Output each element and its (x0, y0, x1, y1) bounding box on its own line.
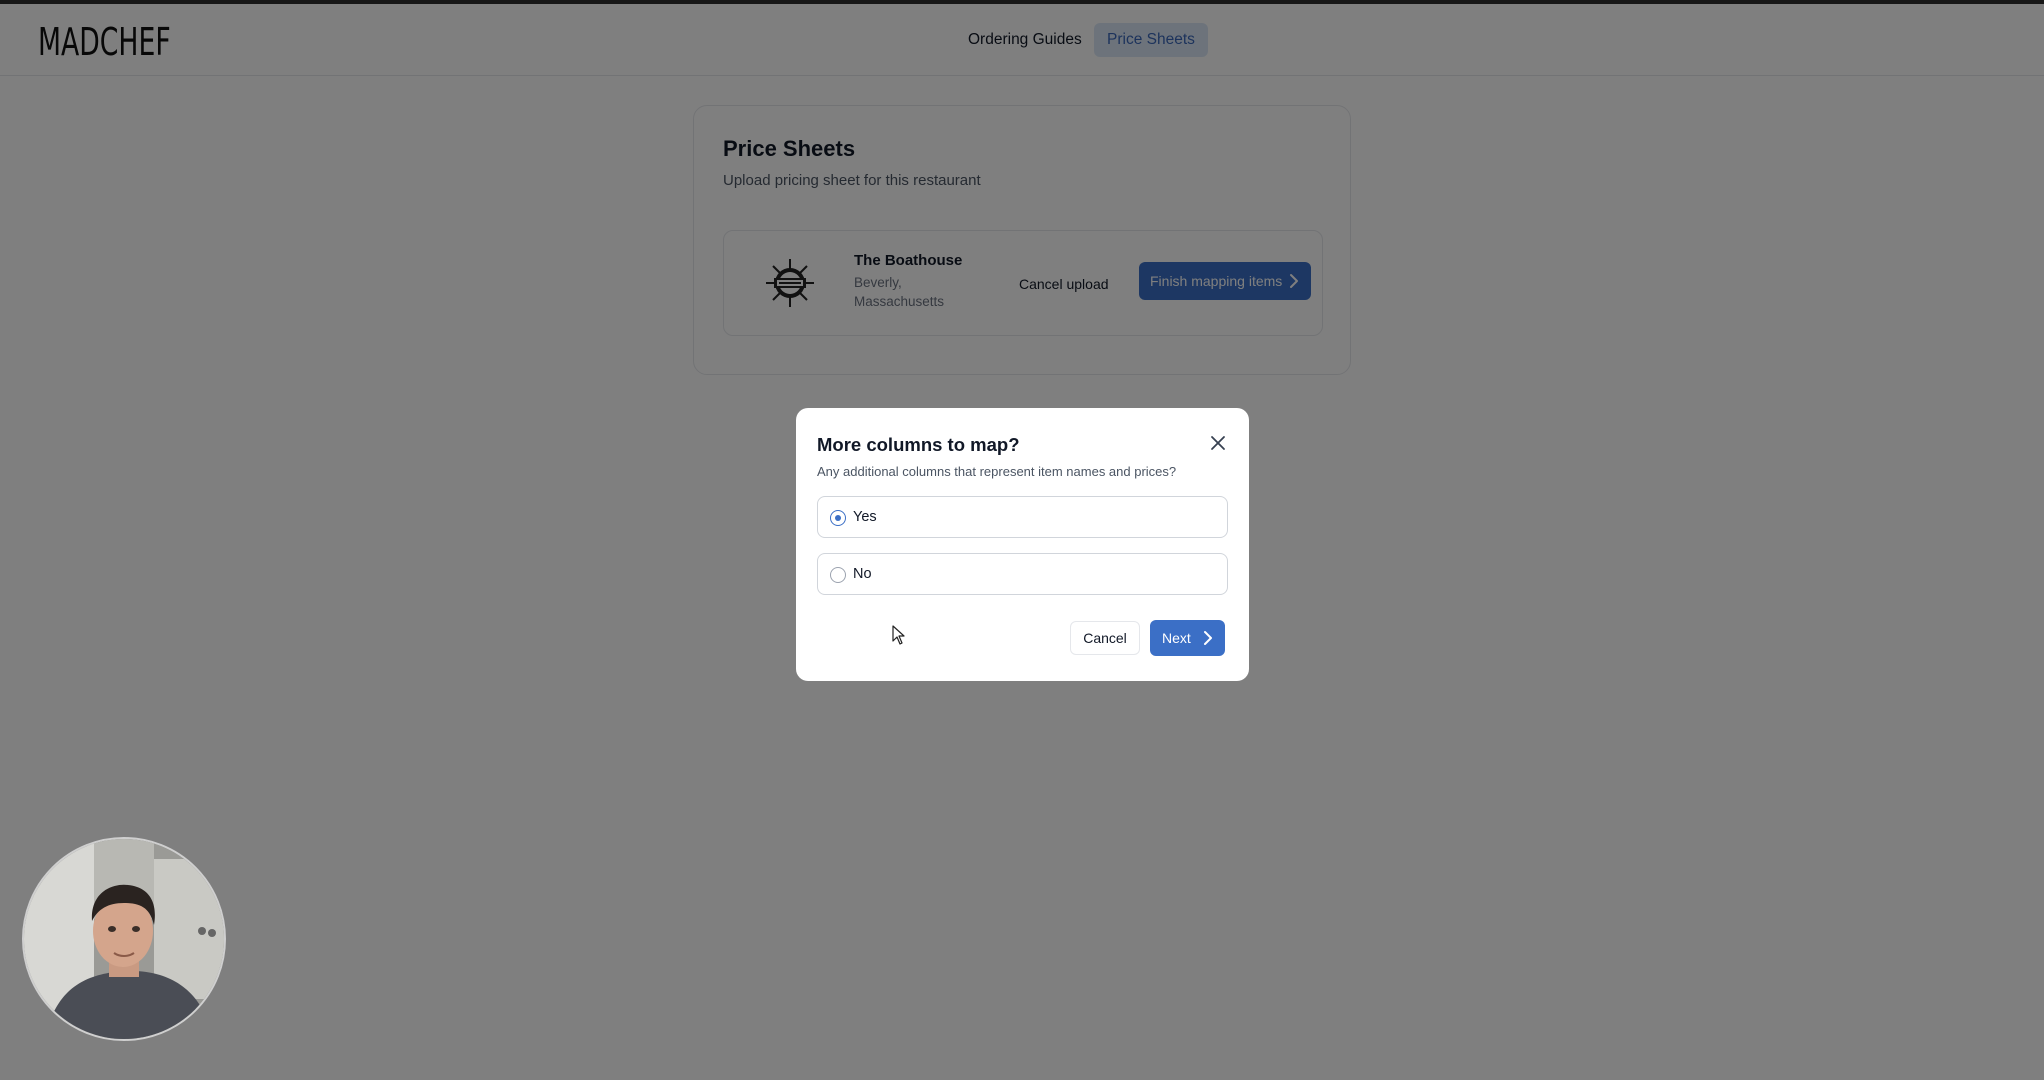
dialog-subtitle: Any additional columns that represent it… (817, 464, 1177, 479)
option-yes-label: Yes (853, 509, 877, 525)
more-columns-dialog: More columns to map? Any additional colu… (796, 408, 1249, 681)
close-icon[interactable] (1209, 434, 1227, 452)
cancel-button[interactable]: Cancel (1070, 621, 1140, 655)
option-yes[interactable]: Yes (817, 496, 1228, 538)
next-button[interactable]: Next (1150, 620, 1225, 656)
mouse-cursor-icon (892, 625, 905, 645)
webcam-feed (22, 837, 226, 1041)
option-no[interactable]: No (817, 553, 1228, 595)
webcam-person-image (24, 839, 224, 1039)
radio-no[interactable] (830, 567, 846, 583)
chevron-right-icon (1204, 631, 1212, 645)
next-label: Next (1162, 630, 1191, 646)
radio-yes[interactable] (830, 510, 846, 526)
option-no-label: No (853, 566, 872, 582)
dialog-title: More columns to map? (817, 434, 1020, 455)
